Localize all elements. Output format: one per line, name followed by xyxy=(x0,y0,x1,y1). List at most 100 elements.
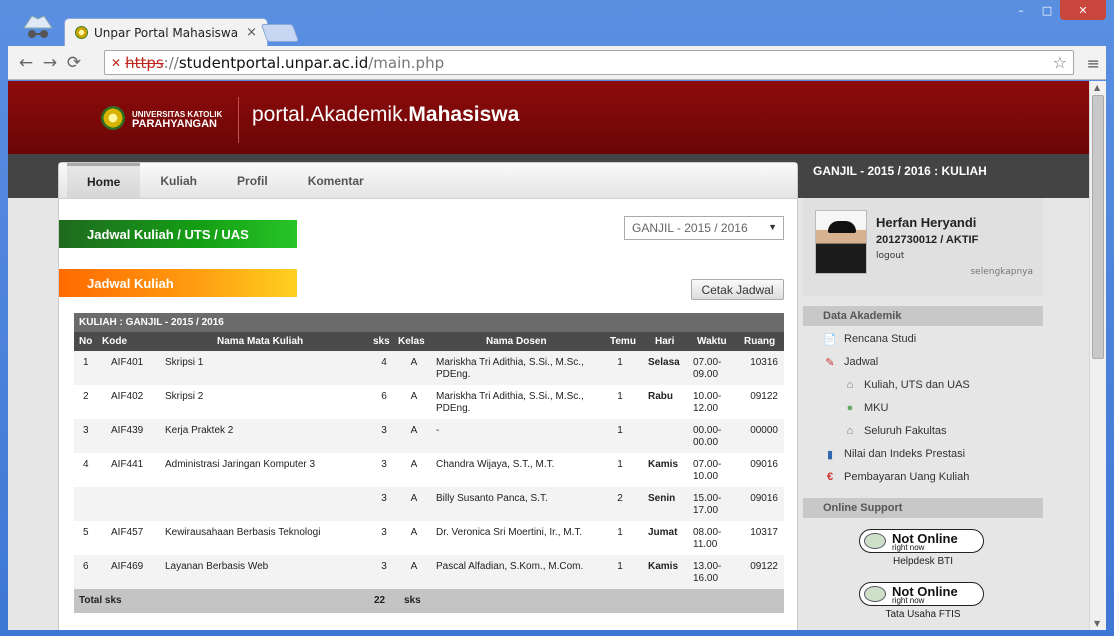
forward-icon[interactable]: → xyxy=(38,53,62,73)
table-row: 5 AIF457 Kewirausahaan Berbasis Teknologi 3… xyxy=(74,521,784,555)
browser-menu-icon[interactable]: ≡ xyxy=(1087,54,1100,73)
sidebar-item-rencana-studi[interactable]: 📄 Rencana Studi xyxy=(823,332,916,346)
sidebar-item-nilai[interactable]: ▮ Nilai dan Indeks Prestasi xyxy=(823,447,965,461)
cell-temu: 1 xyxy=(617,459,623,470)
cell-no: 2 xyxy=(83,391,89,402)
cell-waktu: 15.00-17.00 xyxy=(693,493,722,516)
cell-waktu: 10.00-12.00 xyxy=(693,391,722,414)
portal-title: portal.Akademik.Mahasiswa xyxy=(252,103,519,127)
sidebar-item-seluruh-fakultas[interactable]: ⌂ Seluruh Fakultas xyxy=(843,424,947,438)
tab-bar: Unpar Portal Mahasiswa × xyxy=(8,0,1106,46)
home-icon: ⌂ xyxy=(846,425,854,437)
section-online-support: Online Support xyxy=(803,498,1043,518)
sidebar-item-pembayaran[interactable]: € Pembayaran Uang Kuliah xyxy=(823,470,969,484)
cell-kelas: A xyxy=(410,527,418,538)
site-header: UNIVERSITAS KATOLIK PARAHYANGAN portal.A… xyxy=(8,81,1089,154)
cell-dosen: Mariskha Tri Adithia, S.Si., M.Sc., PDEn… xyxy=(436,357,584,380)
sidebar-item-label: Kuliah, UTS dan UAS xyxy=(864,379,970,391)
col-ruang: Ruang xyxy=(744,336,776,347)
university-name: UNIVERSITAS KATOLIK PARAHYANGAN xyxy=(132,110,222,130)
cell-temu: 1 xyxy=(617,561,623,572)
section-jadwal-kuliah: Jadwal Kuliah xyxy=(59,269,297,297)
sidebar-item-jadwal[interactable]: ✎ Jadwal xyxy=(823,355,878,369)
url-protocol: https xyxy=(125,53,164,72)
sidebar-item-mku[interactable]: ● MKU xyxy=(843,401,889,415)
cell-temu: 2 xyxy=(617,493,623,504)
cell-ruang: 09016 xyxy=(750,459,778,470)
sidebar-item-label: Rencana Studi xyxy=(844,333,917,345)
back-icon[interactable]: ← xyxy=(14,53,38,73)
tab-unpar-portal[interactable]: Unpar Portal Mahasiswa × xyxy=(64,18,268,46)
cell-nama: Kewirausahaan Berbasis Teknologi xyxy=(165,527,321,538)
page-viewport: UNIVERSITAS KATOLIK PARAHYANGAN portal.A… xyxy=(8,81,1089,630)
cell-no: 6 xyxy=(83,561,89,572)
euro-icon: € xyxy=(826,471,834,483)
cell-sks: 3 xyxy=(381,459,387,470)
new-tab-button[interactable] xyxy=(260,24,300,42)
close-window-button[interactable]: ✕ xyxy=(1060,0,1106,20)
portal-title-bold: Mahasiswa xyxy=(408,103,520,126)
cell-nama: Administrasi Jaringan Komputer 3 xyxy=(165,459,316,470)
cell-sks: 3 xyxy=(381,425,387,436)
cell-kode: AIF439 xyxy=(111,425,144,436)
cell-kelas: A xyxy=(410,561,418,572)
table-row: 3 A Billy Susanto Panca, S.T. 2 Senin 15.00-1… xyxy=(74,487,784,521)
bookmark-star-icon[interactable]: ☆ xyxy=(1053,53,1067,72)
more-link[interactable]: selengkapnya xyxy=(970,267,1033,277)
nav-profil[interactable]: Profil xyxy=(217,163,288,198)
cell-kelas: A xyxy=(410,425,418,436)
col-nama: Nama Mata Kuliah xyxy=(217,336,304,347)
cell-no: 3 xyxy=(83,425,89,436)
support-name: Tata Usaha FTIS xyxy=(885,609,961,620)
cell-temu: 1 xyxy=(617,425,623,436)
sidebar-item-label: Pembayaran Uang Kuliah xyxy=(844,471,970,483)
cell-sks: 3 xyxy=(381,493,387,504)
favicon-icon xyxy=(75,26,88,39)
scroll-down-icon[interactable]: ▼ xyxy=(1094,619,1100,628)
tab-close-icon[interactable]: × xyxy=(246,25,257,40)
total-unit: sks xyxy=(404,595,421,606)
col-kode: Kode xyxy=(102,336,127,347)
cell-waktu: 00.00-00.00 xyxy=(693,425,722,448)
maximize-button[interactable]: □ xyxy=(1034,0,1060,20)
address-bar[interactable]: ✕ https :// studentportal.unpar.ac.id /m… xyxy=(104,50,1074,75)
support-name: Helpdesk BTI xyxy=(892,556,954,567)
cell-sks: 4 xyxy=(381,357,387,368)
cell-hari: Jumat xyxy=(648,527,678,538)
status-face-icon xyxy=(864,586,886,602)
cell-waktu: 08.00-11.00 xyxy=(693,527,722,550)
url-separator: :// xyxy=(163,53,179,72)
table-row: 3 AIF439 Kerja Praktek 2 3 A - 1 00.00-00.00 000… xyxy=(74,419,784,453)
nav-kuliah[interactable]: Kuliah xyxy=(140,163,217,198)
nav-komentar[interactable]: Komentar xyxy=(288,163,384,198)
profile-card: Herfan Heryandi 2012730012 / AKTIF logou… xyxy=(803,198,1043,296)
tata-usaha-status[interactable]: Not Online right now xyxy=(859,582,984,606)
cell-ruang: 10316 xyxy=(750,357,778,368)
helpdesk-bti-status[interactable]: Not Online right now xyxy=(859,529,984,553)
logout-link[interactable]: logout xyxy=(876,251,904,261)
cell-kelas: A xyxy=(410,459,418,470)
vertical-scrollbar[interactable]: ▲ ▼ xyxy=(1089,81,1106,630)
cell-dosen: - xyxy=(436,425,440,436)
print-schedule-button[interactable]: Cetak Jadwal xyxy=(691,279,784,300)
nav-home[interactable]: Home xyxy=(67,163,141,198)
portal-title-prefix: portal.Akademik. xyxy=(252,103,409,126)
calendar-icon: ✎ xyxy=(825,356,835,369)
scroll-up-icon[interactable]: ▲ xyxy=(1094,83,1100,92)
table-row: 6 AIF469 Layanan Berbasis Web 3 A Pascal Alfa… xyxy=(74,555,784,589)
cell-ruang: 00000 xyxy=(750,425,778,436)
reload-icon[interactable]: ⟳ xyxy=(62,53,86,73)
scroll-thumb[interactable] xyxy=(1092,95,1104,359)
semester-select[interactable]: GANJIL - 2015 / 2016 ▼ xyxy=(624,216,784,240)
sidebar-item-kuliah-uts-uas[interactable]: ⌂ Kuliah, UTS dan UAS xyxy=(843,378,970,392)
col-no: No xyxy=(79,336,93,347)
minimize-button[interactable]: – xyxy=(1008,0,1034,20)
cell-dosen: Mariskha Tri Adithia, S.Si., M.Sc., PDEn… xyxy=(436,391,584,414)
document-icon: 📄 xyxy=(823,333,837,346)
main-nav: Home Kuliah Profil Komentar xyxy=(59,163,797,199)
cell-temu: 1 xyxy=(617,391,623,402)
cell-sks: 3 xyxy=(381,561,387,572)
table-caption: KULIAH : GANJIL - 2015 / 2016 xyxy=(74,313,784,332)
col-hari: Hari xyxy=(655,336,675,347)
cell-hari: Kamis xyxy=(648,459,679,470)
